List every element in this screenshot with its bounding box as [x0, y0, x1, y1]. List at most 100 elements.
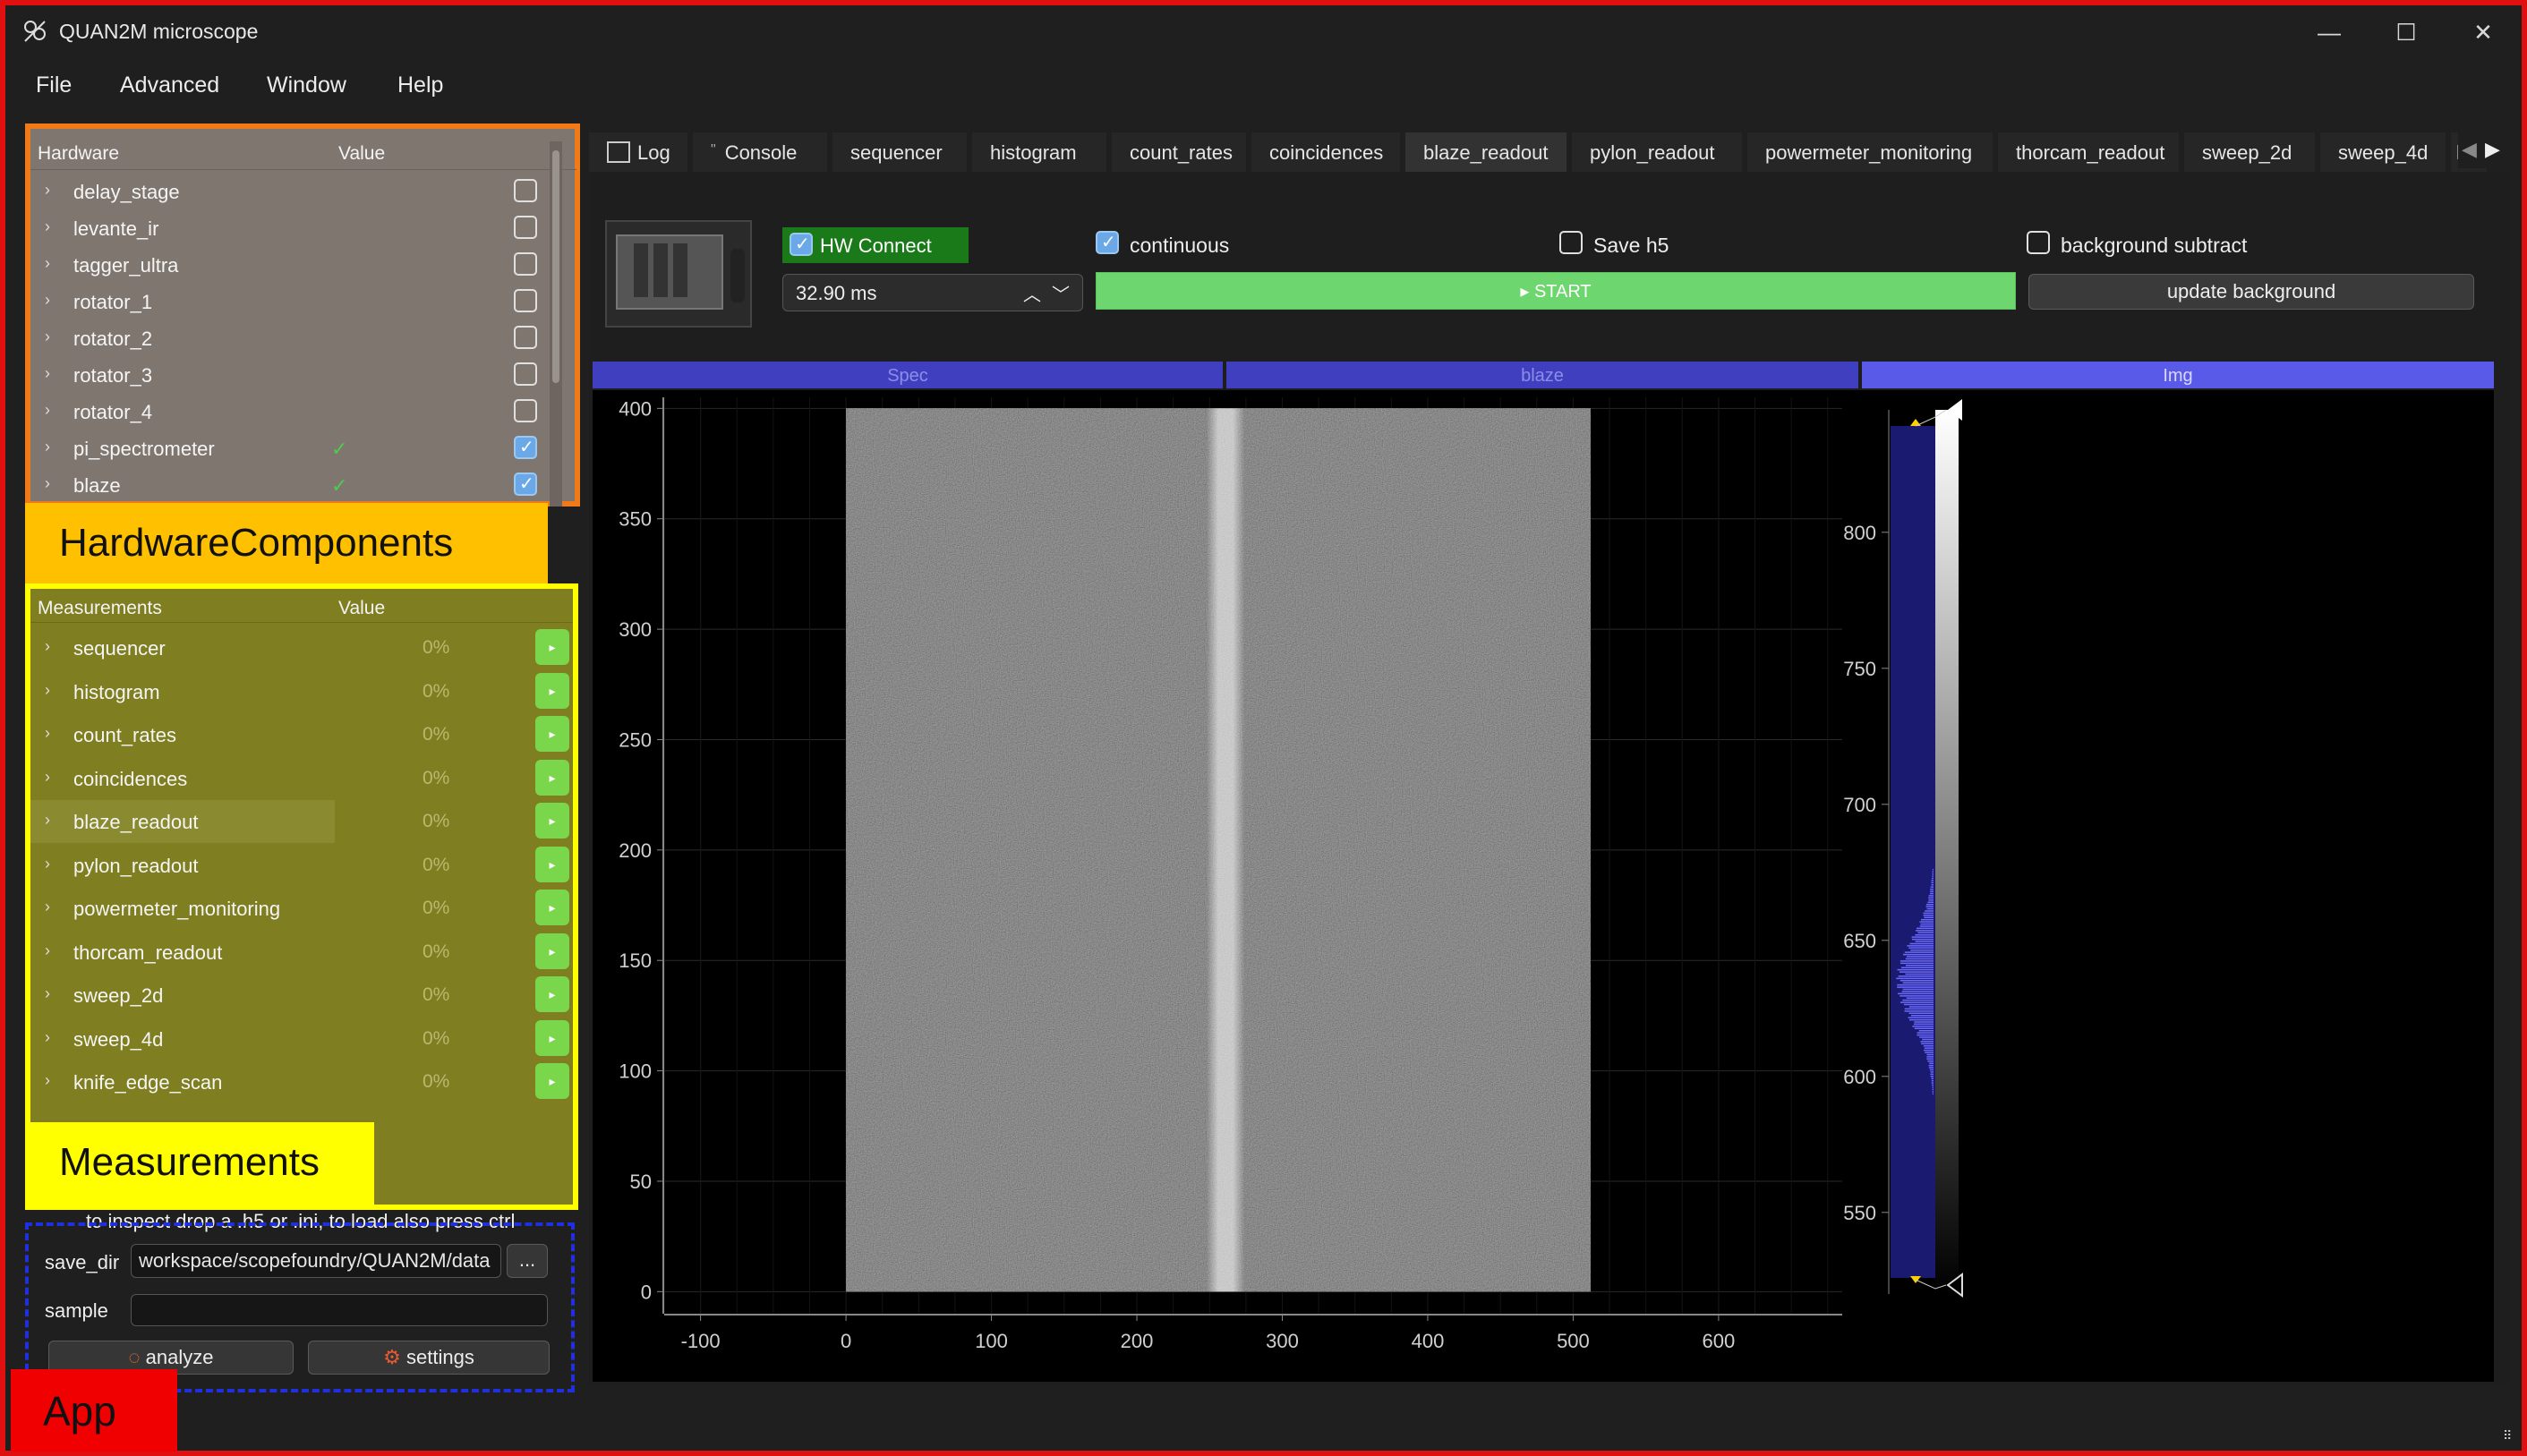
hardware-connect-checkbox[interactable] [514, 436, 537, 459]
hw-connect-checkbox[interactable] [790, 233, 813, 256]
measurement-row[interactable]: › sweep_2d 0% ▸ [30, 974, 573, 1017]
play-button[interactable]: ▸ [535, 672, 569, 709]
image-plot-area[interactable]: -100 0 100 200 300 400 500 600 0 50 100 150 200 250 30… [593, 390, 2494, 1382]
menu-window[interactable]: Window [267, 72, 346, 98]
hardware-connect-checkbox[interactable] [514, 179, 537, 202]
hardware-connect-checkbox[interactable] [514, 399, 537, 422]
measurement-row[interactable]: › sequencer 0% ▸ [30, 626, 573, 669]
expand-chevron-icon[interactable]: › [45, 724, 50, 743]
hardware-row[interactable]: › pi_spectrometer ✓ [30, 430, 559, 467]
subtab-blaze[interactable]: blaze [1226, 362, 1858, 388]
expand-chevron-icon[interactable]: › [45, 768, 50, 787]
hardware-connect-checkbox[interactable] [514, 252, 537, 276]
expand-chevron-icon[interactable]: › [45, 291, 50, 310]
menu-advanced[interactable]: Advanced [120, 72, 219, 98]
expand-chevron-icon[interactable]: › [45, 438, 50, 456]
browse-button[interactable]: ... [507, 1244, 548, 1278]
continuous-checkbox[interactable] [1096, 231, 1119, 254]
expand-chevron-icon[interactable]: › [45, 181, 50, 200]
colorbar[interactable]: 550 600 650 700 750 800 [1843, 399, 1963, 1298]
hardware-row[interactable]: › rotator_4 [30, 394, 559, 430]
hardware-connect-checkbox[interactable] [514, 326, 537, 349]
hardware-connect-checkbox[interactable] [514, 289, 537, 312]
subtab-spec[interactable]: Spec [593, 362, 1223, 388]
measurement-row[interactable]: › sweep_4d 0% ▸ [30, 1017, 573, 1060]
measurement-row[interactable]: › coincidences 0% ▸ [30, 757, 573, 800]
expand-chevron-icon[interactable]: › [45, 401, 50, 420]
expand-chevron-icon[interactable]: › [45, 855, 50, 873]
menu-file[interactable]: File [36, 72, 72, 98]
measurement-row[interactable]: › powermeter_monitoring 0% ▸ [30, 887, 573, 930]
tab-powermeter-monitoring[interactable]: powermeter_monitoring [1747, 132, 1993, 172]
hardware-row[interactable]: › rotator_3 [30, 357, 559, 394]
measurement-row[interactable]: › histogram 0% ▸ [30, 670, 573, 713]
play-button[interactable]: ▸ [535, 1063, 569, 1099]
expand-chevron-icon[interactable]: › [45, 328, 50, 346]
hardware-connect-checkbox[interactable] [514, 216, 537, 239]
maximize-button[interactable]: ☐ [2379, 14, 2433, 50]
measurement-row[interactable]: › count_rates 0% ▸ [30, 713, 573, 756]
tab-sweep-4d[interactable]: sweep_4d [2320, 132, 2446, 172]
measurement-row[interactable]: › blaze_readout 0% ▸ [30, 800, 573, 843]
save-dir-input[interactable] [131, 1244, 501, 1278]
background-subtract-checkbox[interactable] [2027, 231, 2050, 254]
hw-connect-toggle[interactable]: HW Connect [782, 227, 969, 263]
play-button[interactable]: ▸ [535, 846, 569, 882]
settings-button[interactable]: ⚙ settings [308, 1341, 550, 1375]
menu-help[interactable]: Help [397, 72, 443, 98]
sample-input[interactable] [131, 1294, 548, 1326]
hardware-row[interactable]: › rotator_2 [30, 320, 559, 357]
tab-console[interactable]: " Console [693, 132, 827, 172]
spin-down-icon[interactable]: ﹀ [1052, 280, 1070, 306]
tab-scroll-left-icon[interactable]: ◀ [2462, 138, 2477, 161]
play-button[interactable]: ▸ [535, 976, 569, 1012]
expand-chevron-icon[interactable]: › [45, 217, 50, 236]
tab-histogram[interactable]: histogram [972, 132, 1106, 172]
hardware-row[interactable]: › blaze ✓ [30, 467, 559, 504]
tab-coincidences[interactable]: coincidences [1251, 132, 1400, 172]
expand-chevron-icon[interactable]: › [45, 811, 50, 830]
close-button[interactable]: ✕ [2456, 14, 2510, 50]
tab-count-rates[interactable]: count_rates [1112, 132, 1246, 172]
hardware-row[interactable]: › levante_ir [30, 210, 559, 247]
tab-thorcam-readout[interactable]: thorcam_readout [1998, 132, 2179, 172]
measurement-row[interactable]: › knife_edge_scan 0% ▸ [30, 1060, 573, 1103]
expand-chevron-icon[interactable]: › [45, 1028, 50, 1047]
expand-chevron-icon[interactable]: › [45, 984, 50, 1003]
play-button[interactable]: ▸ [535, 803, 569, 839]
resize-grip-icon[interactable]: ⠿ [2503, 1428, 2512, 1443]
tab-sequencer[interactable]: sequencer [832, 132, 967, 172]
update-background-button[interactable]: update background [2028, 274, 2474, 310]
expand-chevron-icon[interactable]: › [45, 254, 50, 273]
tab-log[interactable]: Log [589, 132, 687, 172]
tab-pylon-readout[interactable]: pylon_readout [1572, 132, 1742, 172]
play-button[interactable]: ▸ [535, 759, 569, 796]
expand-chevron-icon[interactable]: › [45, 941, 50, 960]
minimize-button[interactable]: — [2302, 14, 2356, 50]
play-button[interactable]: ▸ [535, 629, 569, 665]
expand-chevron-icon[interactable]: › [45, 637, 50, 656]
expand-chevron-icon[interactable]: › [45, 474, 50, 493]
hardware-connect-checkbox[interactable] [514, 473, 537, 496]
measurement-row[interactable]: › pylon_readout 0% ▸ [30, 844, 573, 887]
region-top-marker-icon[interactable] [1910, 419, 1921, 426]
image-plot[interactable]: -100 0 100 200 300 400 500 600 0 50 100 150 200 250 30… [593, 390, 2494, 1382]
exposure-spinbox[interactable]: 32.90 ms ︿ ﹀ [782, 274, 1083, 311]
tab-sweep-2d[interactable]: sweep_2d [2184, 132, 2315, 172]
expand-chevron-icon[interactable]: › [45, 1071, 50, 1090]
expand-chevron-icon[interactable]: › [45, 364, 50, 383]
play-button[interactable]: ▸ [535, 716, 569, 752]
hardware-connect-checkbox[interactable] [514, 362, 537, 386]
play-button[interactable]: ▸ [535, 890, 569, 925]
start-button[interactable]: ▸ START [1096, 272, 2016, 310]
hardware-row[interactable]: › delay_stage [30, 174, 559, 210]
play-button[interactable]: ▸ [535, 932, 569, 969]
expand-chevron-icon[interactable]: › [45, 681, 50, 700]
expand-chevron-icon[interactable]: › [45, 898, 50, 916]
save-h5-checkbox[interactable] [1559, 231, 1583, 254]
measurement-row[interactable]: › thorcam_readout 0% ▸ [30, 931, 573, 974]
spin-up-icon[interactable]: ︿ [1023, 280, 1041, 306]
hardware-row[interactable]: › tagger_ultra [30, 247, 559, 284]
tab-blaze-readout[interactable]: blaze_readout [1405, 132, 1567, 172]
tab-scroll-right-icon[interactable]: ▶ [2485, 138, 2500, 161]
